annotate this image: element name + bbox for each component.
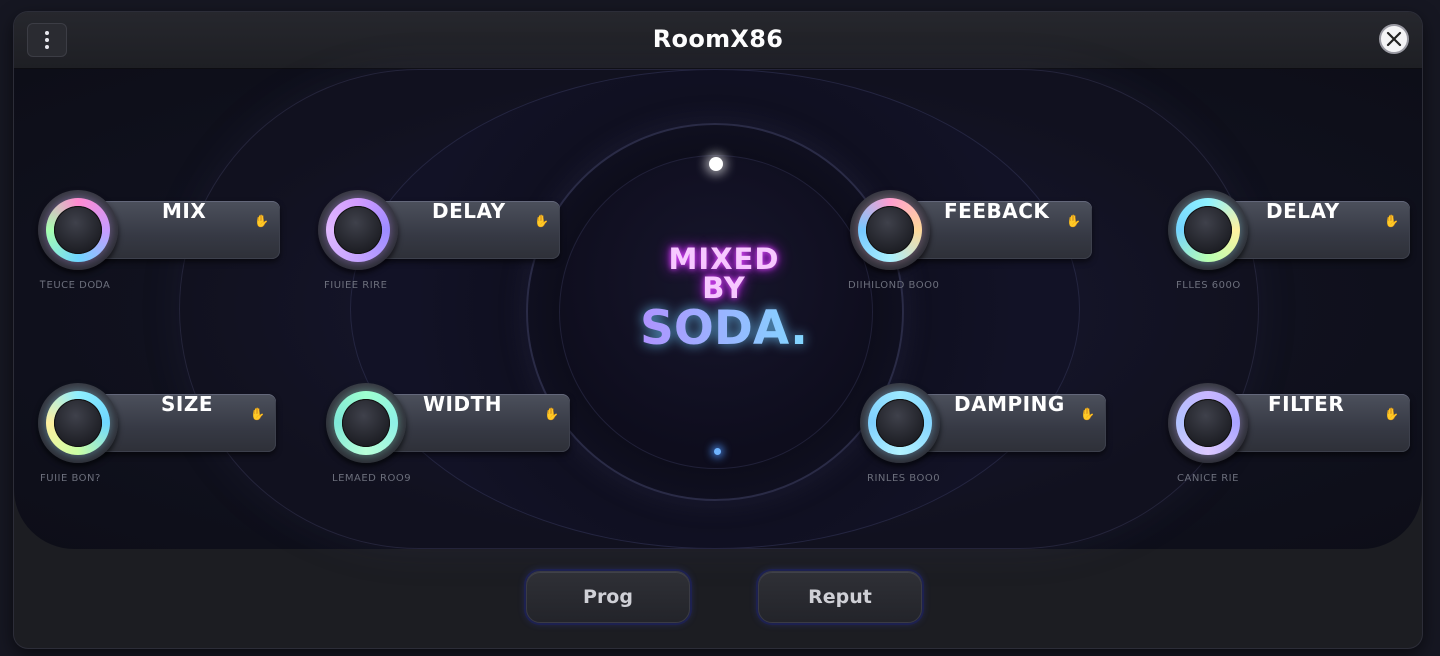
filter-knob[interactable] (1168, 383, 1248, 463)
pointer-icon: ✋ (250, 407, 265, 421)
knob-feedback: FEEBACK ✋ DIIHILOND BOO0 (848, 190, 1092, 291)
prog-button[interactable]: Prog (526, 571, 690, 623)
knob-size: SIZE ✋ FUIIE BON? (38, 383, 276, 484)
plugin-window: RoomX86 MIXED BY SODA. MIX ✋ ᎢEUCE DOᎠA … (14, 12, 1422, 648)
knob-subtitle: ᎢEUCE DOᎠA (40, 280, 111, 291)
pointer-icon: ✋ (1384, 214, 1399, 228)
damping-knob[interactable] (860, 383, 940, 463)
knob-label: WIDTH (423, 392, 502, 416)
close-icon (1386, 31, 1402, 47)
main-panel: MIXED BY SODA. MIX ✋ ᎢEUCE DOᎠA DELAY ✋ … (14, 69, 1422, 549)
knob-damping: DAMPING ✋ RINLES BOO0 (860, 383, 1106, 484)
knob-label: MIX (162, 199, 207, 223)
knob-filter: FILTER ✋ CANICE RIE (1168, 383, 1410, 484)
knob-subtitle: DIIHILOND BOO0 (848, 280, 940, 291)
knob-delay: DELAY ✋ FIUIEE RIRE (318, 190, 560, 291)
knob-label: DELAY (1266, 199, 1340, 223)
knob-subtitle: LEMAED ROO9 (332, 473, 412, 484)
feedback-knob[interactable] (850, 190, 930, 270)
reput-button[interactable]: Reput (758, 571, 922, 623)
knob-label: DAMPING (954, 392, 1065, 416)
size-knob[interactable] (38, 383, 118, 463)
knob-subtitle: FUIIE BON? (40, 473, 101, 484)
pointer-icon: ✋ (1066, 214, 1081, 228)
knob-subtitle: CANICE RIE (1177, 473, 1239, 484)
width-knob[interactable] (326, 383, 406, 463)
mix-knob[interactable] (38, 190, 118, 270)
knob-subtitle: FIUIEE RIRE (324, 280, 388, 291)
window-title: RoomX86 (652, 25, 784, 53)
pointer-icon: ✋ (1080, 407, 1095, 421)
title-bar: RoomX86 (14, 12, 1422, 69)
delay-knob[interactable] (318, 190, 398, 270)
pointer-icon: ✋ (254, 214, 269, 228)
knob-label: DELAY (432, 199, 506, 223)
pointer-icon: ✋ (534, 214, 549, 228)
dial-bottom-indicator (714, 448, 721, 455)
mixed-by-soda-logo: MIXED BY SODA. (624, 245, 824, 353)
delay-2-knob[interactable] (1168, 190, 1248, 270)
pointer-icon: ✋ (1384, 407, 1399, 421)
knob-mix: MIX ✋ ᎢEUCE DOᎠA (38, 190, 280, 291)
knob-width: WIDTH ✋ LEMAED ROO9 (326, 383, 570, 484)
knob-delay-2: DELAY ✋ FLLES 600O (1168, 190, 1410, 291)
knob-subtitle: FLLES 600O (1176, 280, 1241, 291)
close-button[interactable] (1379, 24, 1409, 54)
pointer-icon: ✋ (544, 407, 559, 421)
knob-label: FILTER (1268, 392, 1345, 416)
knob-subtitle: RINLES BOO0 (867, 473, 941, 484)
knob-label: SIZE (161, 392, 214, 416)
knob-label: FEEBACK (944, 199, 1050, 223)
dial-top-indicator (709, 157, 723, 171)
